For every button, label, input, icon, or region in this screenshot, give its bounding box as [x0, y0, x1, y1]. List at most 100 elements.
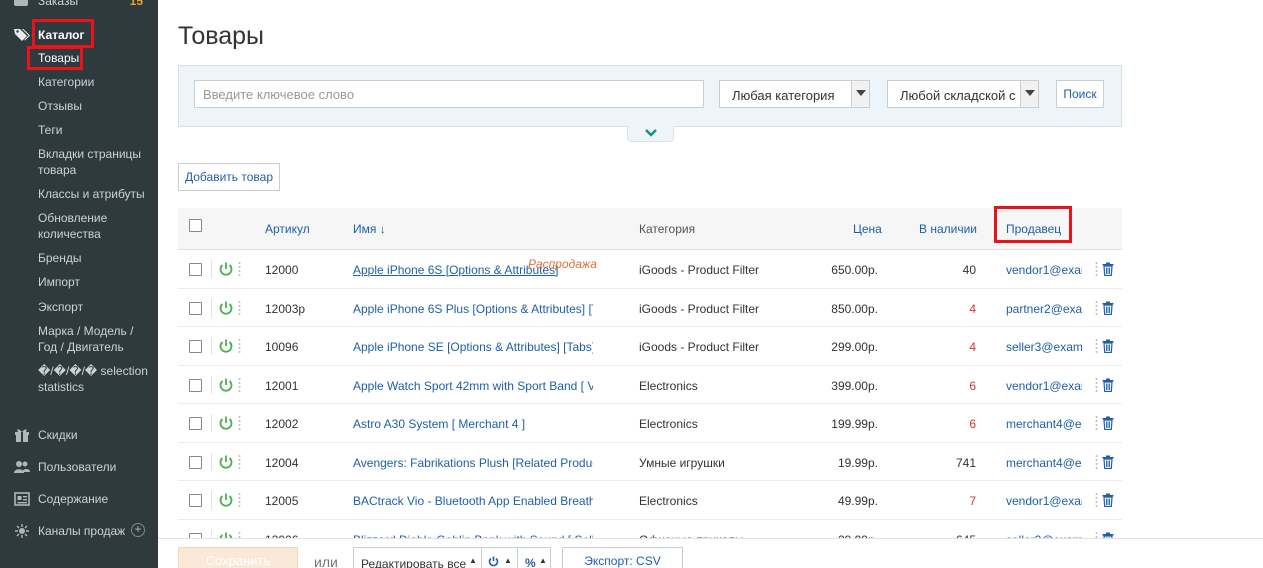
sidebar-subitem-import[interactable]: Импорт [38, 274, 150, 290]
row-checkbox[interactable] [189, 378, 202, 392]
power-icon[interactable] [218, 338, 234, 354]
sidebar-subitem-make-model-year[interactable]: Марка / Модель / Год / Двигатель [38, 323, 150, 355]
sidebar-item-catalog[interactable]: Каталог [14, 26, 154, 46]
product-category: Electronics [639, 378, 698, 393]
sidebar-subitem-tags[interactable]: Теги [38, 122, 150, 138]
trash-icon[interactable] [1102, 262, 1114, 276]
edit-all-button[interactable]: Редактировать все ▲ [354, 548, 482, 568]
product-vendor-link[interactable]: merchant4@example.com [1006, 456, 1082, 470]
product-stock: 6 [969, 378, 976, 393]
warehouse-select[interactable]: Любой складской с [887, 80, 1039, 108]
search-input[interactable] [194, 80, 704, 108]
row-checkbox[interactable] [189, 301, 202, 315]
trash-icon[interactable] [1102, 416, 1114, 430]
plus-icon[interactable]: + [131, 523, 145, 537]
trash-icon[interactable] [1102, 301, 1114, 315]
product-vendor-link[interactable]: vendor1@example.com [1006, 494, 1082, 508]
table-header: Артикул Имя ↓ Категория Цена В наличии П… [178, 208, 1122, 250]
sidebar-item-discounts[interactable]: Скидки [14, 427, 154, 445]
power-icon[interactable] [218, 300, 234, 316]
row-checkbox[interactable] [189, 494, 202, 507]
product-vendor-link[interactable]: vendor1@example.com [1006, 263, 1082, 277]
status-toggle-button[interactable]: ▲ [482, 548, 518, 568]
drag-handle-icon[interactable] [1095, 377, 1098, 393]
product-name-link[interactable]: Avengers: Fabrikations Plush [Related Pr… [353, 456, 593, 470]
drag-handle-icon[interactable] [1095, 261, 1098, 277]
product-name-link[interactable]: Apple Watch Sport 42mm with Sport Band [… [353, 379, 593, 393]
divider [211, 337, 212, 355]
sidebar-subitem-categories[interactable]: Категории [38, 74, 150, 90]
sidebar-subitem-reviews[interactable]: Отзывы [38, 98, 150, 114]
product-price: 199.99р. [831, 417, 878, 431]
drag-handle-icon[interactable] [238, 377, 241, 393]
table-row: 10096 Apple iPhone SE [Options & Attribut… [178, 327, 1122, 366]
sidebar-item-sales-channels[interactable]: Каналы продаж + [14, 523, 154, 541]
sidebar-subitem-export[interactable]: Экспорт [38, 299, 150, 315]
product-vendor-link[interactable]: seller3@example.com [1006, 340, 1082, 354]
product-sku: 12002 [265, 417, 299, 431]
row-checkbox[interactable] [189, 455, 202, 469]
sidebar-subitem-quantity-update[interactable]: Обновление количества [38, 210, 150, 242]
product-name-link[interactable]: BACtrack Vio - Bluetooth App Enabled Bre… [353, 494, 593, 508]
sidebar-subitem-selection-statistics[interactable]: �/�/�/� selection statistics [38, 363, 150, 395]
trash-icon[interactable] [1102, 493, 1114, 507]
save-button[interactable]: Сохранить [178, 547, 298, 568]
row-checkbox[interactable] [189, 263, 202, 276]
product-vendor-link[interactable]: vendor1@example.com [1006, 379, 1082, 393]
sidebar-subitem-products[interactable]: Товары [38, 50, 150, 66]
sidebar-item-content[interactable]: Содержание [14, 491, 154, 509]
power-icon[interactable] [218, 415, 234, 431]
power-icon[interactable] [218, 454, 234, 470]
trash-icon[interactable] [1102, 455, 1114, 469]
product-name-link[interactable]: Astro A30 System [ Merchant 4 ] [353, 417, 593, 431]
drag-handle-icon[interactable] [238, 492, 241, 508]
channels-icon [15, 524, 29, 538]
expand-filters-toggle[interactable] [627, 126, 674, 142]
search-button[interactable]: Поиск [1056, 80, 1104, 108]
drag-handle-icon[interactable] [1095, 338, 1098, 354]
product-name-link[interactable]: Apple iPhone SE [Options & Attributes] [… [353, 340, 593, 354]
row-checkbox[interactable] [189, 340, 202, 353]
power-icon[interactable] [218, 261, 234, 277]
drag-handle-icon[interactable] [1095, 300, 1098, 316]
drag-handle-icon[interactable] [238, 415, 241, 431]
add-product-button[interactable]: Добавить товар [178, 163, 280, 191]
select-all-checkbox[interactable] [189, 219, 202, 232]
product-name-link[interactable]: Apple iPhone 6S Plus [Options & Attribut… [353, 302, 593, 316]
sidebar-subitem-product-tabs[interactable]: Вкладки страницы товара [38, 146, 150, 178]
edit-all-label: Редактировать все [361, 557, 467, 568]
orders-count-badge: 15 [129, 0, 143, 8]
row-checkbox[interactable] [189, 417, 202, 430]
sidebar-subitem-brands[interactable]: Бренды [38, 250, 150, 266]
gift-icon [15, 429, 29, 442]
trash-icon[interactable] [1102, 339, 1114, 353]
chevron-down-icon [645, 129, 657, 137]
drag-handle-icon[interactable] [238, 338, 241, 354]
category-select[interactable]: Любая категория [719, 80, 870, 108]
product-stock: 4 [969, 301, 976, 316]
export-csv-button[interactable]: Экспорт: CSV [562, 547, 683, 568]
column-header-vendor[interactable]: Продавец [1006, 222, 1061, 236]
edit-actions-group: Редактировать все ▲ ▲ % ▲ [353, 547, 551, 568]
drag-handle-icon[interactable] [238, 454, 241, 470]
drag-handle-icon[interactable] [1095, 492, 1098, 508]
price-modifier-button[interactable]: % ▲ [518, 548, 552, 568]
sidebar-item-users[interactable]: Пользователи [14, 459, 154, 477]
sidebar-item-label: Каналы продаж [38, 524, 126, 538]
column-header-stock[interactable]: В наличии [919, 222, 977, 236]
column-header-sku[interactable]: Артикул [265, 222, 310, 236]
product-vendor-link[interactable]: merchant4@example.com [1006, 417, 1082, 431]
drag-handle-icon[interactable] [238, 261, 241, 277]
power-icon[interactable] [218, 492, 234, 508]
drag-handle-icon[interactable] [1095, 454, 1098, 470]
product-vendor-link[interactable]: partner2@example.com [1006, 302, 1082, 316]
column-header-price[interactable]: Цена [853, 222, 882, 236]
power-icon[interactable] [218, 377, 234, 393]
drag-handle-icon[interactable] [1095, 415, 1098, 431]
sidebar-subitem-classes-attributes[interactable]: Классы и атрибуты [38, 186, 150, 202]
drag-handle-icon[interactable] [238, 300, 241, 316]
column-header-name[interactable]: Имя ↓ [353, 222, 386, 236]
product-stock: 741 [955, 455, 976, 470]
sidebar-item-orders[interactable]: Заказы 15 [0, 0, 158, 14]
trash-icon[interactable] [1102, 378, 1114, 392]
